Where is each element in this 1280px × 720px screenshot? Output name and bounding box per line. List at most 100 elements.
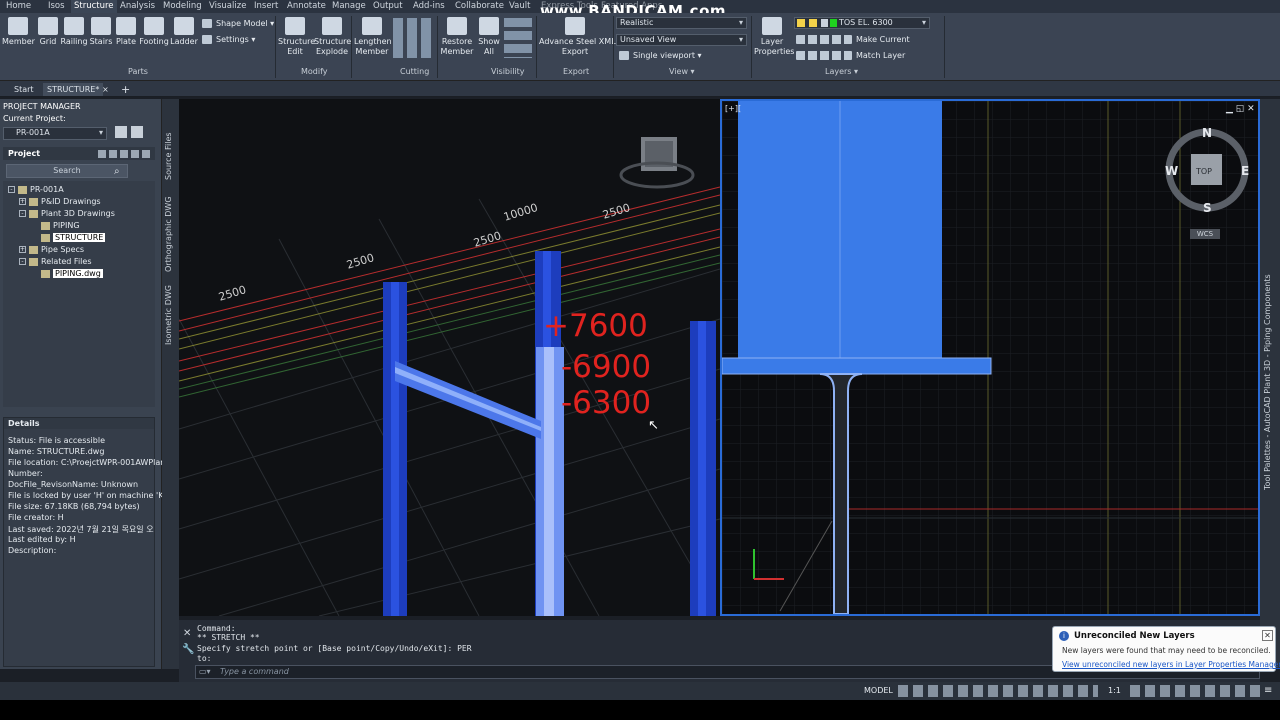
viewport-icon (619, 51, 629, 60)
tree-item-related-files[interactable]: - Related Files (19, 256, 91, 267)
tree-item-piping[interactable]: PIPING (41, 220, 80, 231)
member-button[interactable]: Member (2, 17, 35, 47)
structure-edit-button[interactable]: Structure Edit (278, 17, 315, 57)
layer-properties-button[interactable]: Layer Properties (754, 17, 794, 57)
show-all-button[interactable]: Show All (477, 17, 501, 57)
layer-tool-icons (796, 35, 852, 44)
command-history-line: Command: (197, 624, 236, 633)
notification-balloon[interactable]: i Unreconciled New Layers ✕ New layers w… (1052, 626, 1280, 672)
settings-button[interactable]: Settings ▾ (202, 35, 255, 44)
viewport-3d[interactable]: 10000 2500 2500 2500 2500 +7600 -6900 -6… (179, 99, 720, 616)
menu-structure[interactable]: Structure (71, 0, 117, 13)
menu-collaborate[interactable]: Collaborate (455, 0, 504, 13)
tree-item-plant3d-drawings[interactable]: - Plant 3D Drawings (19, 208, 115, 219)
close-command-icon[interactable]: ✕ (183, 628, 191, 639)
customize-wrench-icon[interactable]: 🔧 (182, 644, 194, 655)
menu-analysis[interactable]: Analysis (120, 0, 155, 13)
menu-home[interactable]: Home (6, 0, 31, 13)
annotation-scale[interactable]: 1:1 (1108, 686, 1121, 695)
compass-east[interactable]: E (1241, 164, 1249, 178)
close-tab-icon[interactable]: × (102, 83, 109, 96)
status-tool-icons[interactable] (1130, 685, 1262, 697)
tree-item-piping-dwg[interactable]: PIPING.dwg (41, 268, 103, 279)
menu-visualize[interactable]: Visualize (209, 0, 246, 13)
details-line: File size: 67.18KB (68,794 bytes) (8, 502, 140, 511)
layer-state-icons (797, 19, 837, 27)
visual-style-dropdown[interactable]: Realistic (616, 17, 747, 29)
tool-palettes-title[interactable]: Tool Palettes - AutoCAD Plant 3D - Pipin… (1263, 274, 1272, 490)
menu-annotate[interactable]: Annotate (287, 0, 326, 13)
tree-item-pipe-specs[interactable]: + Pipe Specs (19, 244, 84, 255)
cutting-panel-title: Cutting (400, 67, 430, 76)
tab-start[interactable]: Start (14, 83, 34, 96)
railing-button[interactable]: Railing (60, 17, 88, 47)
new-tab-icon[interactable]: + (121, 83, 130, 96)
notification-body: New layers were found that may need to b… (1062, 646, 1271, 655)
match-layer-button[interactable]: Match Layer (796, 51, 905, 60)
viewport-2d-top[interactable]: [+][ ▁ ◱ ✕ N S E W TOP WCS (720, 99, 1260, 616)
grid-button[interactable]: Grid (36, 17, 60, 47)
details-line: File location: C:\ProejctWPR-001AWPlan (8, 458, 166, 467)
saved-view-dropdown[interactable]: Unsaved View (616, 34, 747, 46)
project-section-label: Project (8, 149, 41, 158)
details-line: Number: (8, 469, 43, 478)
drafting-toggle-icons[interactable] (898, 685, 1098, 697)
stairs-button[interactable]: Stairs (89, 17, 113, 47)
railing-icon (64, 17, 84, 35)
wcs-menu[interactable]: WCS (1190, 229, 1220, 239)
compass-west[interactable]: W (1165, 164, 1178, 178)
info-icon: i (1059, 631, 1069, 641)
viewport-controls-label[interactable]: [+][ (725, 104, 741, 113)
footing-button[interactable]: Footing (139, 17, 169, 47)
viewcube-top-face[interactable]: TOP (1196, 167, 1212, 176)
file-icon (41, 269, 50, 278)
tab-source-files[interactable]: Source Files (164, 132, 173, 180)
menu-add-ins[interactable]: Add-ins (413, 0, 445, 13)
cutting-tools-icons[interactable] (393, 18, 433, 58)
menu-isos[interactable]: Isos (48, 0, 65, 13)
tree-item-structure[interactable]: STRUCTURE (41, 232, 106, 243)
tab-isometric-dwg[interactable]: Isometric DWG (164, 285, 173, 345)
notification-title: Unreconciled New Layers (1074, 631, 1195, 641)
advance-steel-export-button[interactable]: Advance Steel XML Export (539, 17, 616, 57)
menu-modeling[interactable]: Modeling (163, 0, 202, 13)
details-line: Name: STRUCTURE.dwg (8, 447, 105, 456)
tab-structure[interactable]: STRUCTURE* (43, 83, 104, 96)
shape-model-button[interactable]: Shape Model ▾ (202, 19, 274, 28)
compass-south[interactable]: S (1203, 201, 1212, 215)
command-prompt-icon: ▭▾ (199, 667, 211, 676)
project-search-input[interactable]: Search (6, 164, 128, 178)
customization-menu-icon[interactable]: ≡ (1264, 685, 1272, 696)
ladder-button[interactable]: Ladder (170, 17, 198, 47)
viewport-window-controls[interactable]: ▁ ◱ ✕ (1226, 104, 1255, 114)
model-space-button[interactable]: MODEL (864, 686, 893, 695)
plate-button[interactable]: Plate (114, 17, 138, 47)
grid-icon (38, 17, 58, 35)
viewport-config-button[interactable]: Single viewport ▾ (619, 51, 702, 60)
tree-item-pid-drawings[interactable]: + P&ID Drawings (19, 196, 101, 207)
stairs-icon (91, 17, 111, 35)
tree-item-pr-001a[interactable]: - PR-001A (8, 184, 64, 195)
tab-orthographic-dwg[interactable]: Orthographic DWG (164, 196, 173, 272)
project-toolbar-icons[interactable] (98, 150, 150, 158)
current-project-dropdown[interactable]: PR-001A (3, 127, 107, 140)
lengthen-member-button[interactable]: Lengthen Member (354, 17, 392, 57)
menu-vault[interactable]: Vault (509, 0, 530, 13)
visibility-tools-icons[interactable] (504, 18, 532, 58)
search-icon[interactable]: ⌕ (114, 166, 120, 177)
menu-output[interactable]: Output (373, 0, 403, 13)
restore-member-button[interactable]: Restore Member (440, 17, 474, 57)
modify-panel-title: Modify (301, 67, 328, 76)
drawing-icon (41, 233, 50, 242)
restore-member-icon (447, 17, 467, 35)
menu-insert[interactable]: Insert (254, 0, 278, 13)
notification-link[interactable]: View unreconciled new layers in Layer Pr… (1062, 660, 1280, 669)
compass-north[interactable]: N (1202, 126, 1212, 140)
elevation-label-7600: +7600 (543, 308, 648, 344)
menu-manage[interactable]: Manage (332, 0, 366, 13)
project-settings-icon[interactable] (131, 126, 143, 138)
close-notification-icon[interactable]: ✕ (1262, 630, 1273, 641)
print-icon[interactable] (115, 126, 127, 138)
structure-explode-button[interactable]: Structure Explode (314, 17, 351, 57)
make-current-button[interactable]: Make Current (796, 35, 910, 44)
